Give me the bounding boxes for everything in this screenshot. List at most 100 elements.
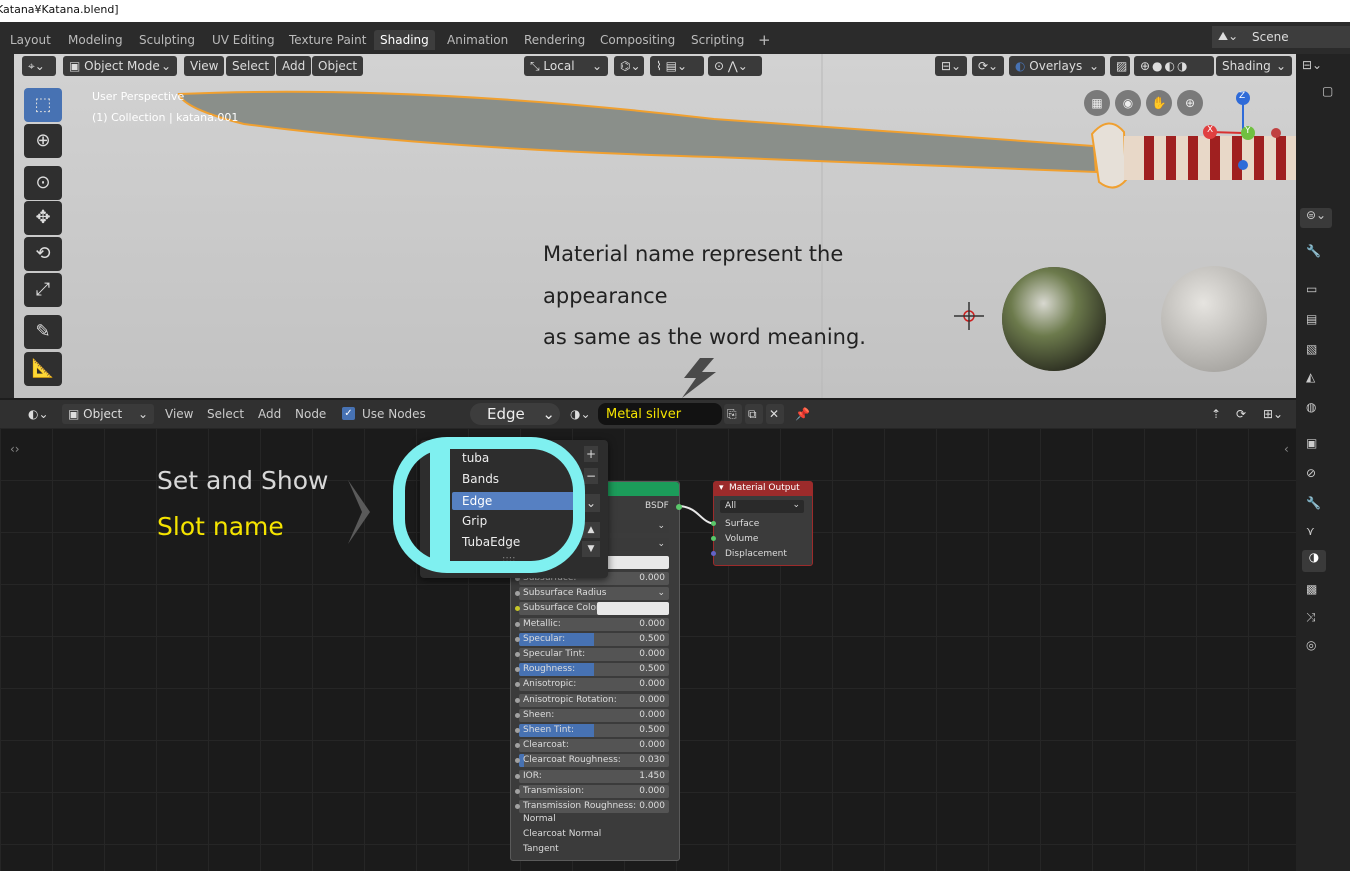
bsdf-input-row[interactable]: Subsurface Color xyxy=(515,602,669,616)
tab-layout[interactable]: Layout xyxy=(4,30,57,50)
tab-uv-editing[interactable]: UV Editing xyxy=(206,30,281,50)
snap-element-icon[interactable]: ⊞⌄ xyxy=(1260,404,1288,424)
transform-orientation-dropdown[interactable]: ⤡ Local ⌄ xyxy=(524,56,608,76)
scene-tab-icon[interactable]: ◭ xyxy=(1306,370,1315,384)
cursor-tool-icon[interactable]: ⊕ xyxy=(24,124,62,158)
particles-tab-icon[interactable]: ⤨ xyxy=(1306,610,1316,625)
surface-socket[interactable] xyxy=(711,521,716,526)
node-editor-type-button[interactable]: ◐⌄ xyxy=(22,404,58,424)
tab-modeling[interactable]: Modeling xyxy=(62,30,129,50)
output-tab-icon[interactable]: ▤ xyxy=(1306,312,1317,326)
3d-viewport[interactable]: Z X Y ▦ ◉ ✋ ⊕ User Perspective (1) Colle… xyxy=(14,54,1296,398)
outliner-editor-icon[interactable]: ⊟⌄ xyxy=(1302,58,1330,78)
fake-user-icon[interactable]: ⎘ xyxy=(724,404,742,424)
material-slot-dropdown[interactable]: Edge ⌄ xyxy=(470,403,560,425)
input-socket[interactable] xyxy=(515,788,520,794)
tab-compositing[interactable]: Compositing xyxy=(594,30,681,50)
shading-dropdown[interactable]: Shading ⌄ xyxy=(1216,56,1292,76)
object-tab-icon[interactable]: ▣ xyxy=(1306,436,1317,450)
node-menu-node[interactable]: Node xyxy=(295,407,326,421)
node-menu-select[interactable]: Select xyxy=(207,407,244,421)
world-tab-icon[interactable]: ◍ xyxy=(1306,400,1316,414)
shading-mode-buttons[interactable]: ⊕●◐◑ xyxy=(1134,56,1214,76)
input-socket[interactable] xyxy=(515,728,520,733)
constraints-tab-icon[interactable]: ⋎ xyxy=(1306,524,1315,538)
bsdf-input-row[interactable]: Specular Tint: 0.000 xyxy=(515,648,669,661)
xray-toggle-icon[interactable]: ▨ xyxy=(1110,56,1130,76)
bsdf-input-row[interactable]: Metallic: 0.000 xyxy=(515,617,669,631)
tab-sculpting[interactable]: Sculpting xyxy=(133,30,201,50)
move-tool-icon[interactable]: ⊙ xyxy=(24,166,62,200)
rotate-tool-icon[interactable]: ⟲ xyxy=(24,237,62,271)
menu-add[interactable]: Add xyxy=(276,56,312,76)
pivot-point-button[interactable]: ⌬⌄ xyxy=(614,56,644,76)
sidebar-collapse-icon[interactable]: ‹ xyxy=(1284,442,1289,456)
sidebar-expand-icon[interactable]: ‹› xyxy=(10,442,20,456)
material-tab-icon[interactable]: ◑ xyxy=(1302,550,1326,572)
mode-dropdown[interactable]: ▣ Object Mode ⌄ xyxy=(63,56,177,76)
bsdf-input-row[interactable]: Sheen: 0.000 xyxy=(515,708,669,722)
properties-editor-type-icon[interactable]: ⊜⌄ xyxy=(1300,208,1332,228)
menu-select[interactable]: Select xyxy=(226,56,276,76)
use-nodes-checkbox[interactable]: ✓ xyxy=(342,407,355,420)
add-workspace-button[interactable]: + xyxy=(752,30,777,50)
modifier-tab-icon[interactable]: ⊘ xyxy=(1306,466,1316,480)
input-socket[interactable] xyxy=(515,682,520,688)
menu-object[interactable]: Object xyxy=(312,56,364,76)
input-socket[interactable] xyxy=(515,636,520,642)
unlink-material-icon[interactable]: ✕ xyxy=(766,404,784,424)
view-layer-tab-icon[interactable]: ▧ xyxy=(1306,342,1317,356)
bsdf-input-row[interactable]: Anisotropic Rotation: 0.000 xyxy=(515,693,669,707)
scene-selector[interactable]: ⛰⌄ Scene xyxy=(1212,26,1350,48)
annotate-tool-icon[interactable]: ✎ xyxy=(24,315,62,349)
camera-icon[interactable]: ◉ xyxy=(1115,90,1141,116)
material-name-field[interactable]: Metal silver xyxy=(598,403,722,425)
shader-type-dropdown[interactable]: ▣ Object ⌄ xyxy=(62,404,154,424)
input-socket[interactable] xyxy=(515,773,520,779)
tab-texture-paint[interactable]: Texture Paint xyxy=(283,30,372,50)
measure-tool-icon[interactable]: 📐 xyxy=(24,352,62,386)
zoom-icon[interactable]: ⊕ xyxy=(1177,90,1203,116)
transform-tool-icon[interactable]: ✥ xyxy=(24,201,62,235)
editor-type-button[interactable]: ⌖⌄ xyxy=(22,56,56,76)
bsdf-input-row[interactable]: Specular: 0.500 xyxy=(515,632,669,646)
bsdf-input-row[interactable]: Sheen Tint: 0.500 xyxy=(515,724,669,737)
input-socket[interactable] xyxy=(515,591,520,597)
input-socket[interactable] xyxy=(515,697,520,703)
view-object-types-button[interactable]: ⊟⌄ xyxy=(935,56,967,76)
bsdf-input-row[interactable]: Transmission Roughness: 0.000 xyxy=(515,800,669,813)
pin-icon[interactable]: 📌 xyxy=(792,404,810,424)
duplicate-material-icon[interactable]: ⧉ xyxy=(745,404,763,424)
bsdf-input-row[interactable]: Subsurface Radius ⌄ xyxy=(515,587,669,601)
bsdf-input-row[interactable]: Roughness: 0.500 xyxy=(515,663,669,677)
tool-tab-icon[interactable]: 🔧 xyxy=(1306,244,1321,258)
input-socket[interactable] xyxy=(515,743,520,749)
collapse-icon[interactable]: ▾ xyxy=(719,483,724,493)
tab-rendering[interactable]: Rendering xyxy=(518,30,591,50)
texture-tab-icon[interactable]: ▩ xyxy=(1306,582,1317,596)
bsdf-input-row[interactable]: Transmission: 0.000 xyxy=(515,784,669,798)
proportional-edit-button[interactable]: ⊙ ⋀⌄ xyxy=(708,56,762,76)
pan-hand-icon[interactable]: ✋ xyxy=(1146,90,1172,116)
bsdf-output-socket[interactable] xyxy=(676,504,682,510)
parent-node-tree-icon[interactable]: ⇡ xyxy=(1208,404,1226,424)
select-box-tool-icon[interactable]: ⬚ xyxy=(24,88,62,122)
tab-animation[interactable]: Animation xyxy=(441,30,514,50)
tab-shading[interactable]: Shading xyxy=(374,30,435,50)
volume-socket[interactable] xyxy=(711,536,716,541)
physics-settings-tab-icon[interactable]: ◎ xyxy=(1306,638,1316,652)
overlays-dropdown[interactable]: ◐ Overlays ⌄ xyxy=(1009,56,1105,76)
bsdf-input-row[interactable]: IOR: 1.450 xyxy=(515,769,669,783)
color-swatch[interactable] xyxy=(597,602,669,616)
snap-button[interactable]: ⌇ ▤⌄ xyxy=(650,56,704,76)
bsdf-input-row[interactable]: Clearcoat: 0.000 xyxy=(515,739,669,753)
grid-view-icon[interactable]: ▦ xyxy=(1084,90,1110,116)
scale-tool-icon[interactable]: ⤢ xyxy=(24,273,62,307)
material-output-node[interactable]: ▾ Material Output All ⌄ Surface Volume D… xyxy=(711,481,813,566)
node-menu-view[interactable]: View xyxy=(165,407,193,421)
displacement-socket[interactable] xyxy=(711,551,716,556)
input-socket[interactable] xyxy=(515,606,520,612)
material-output-header[interactable]: ▾ Material Output xyxy=(714,482,812,496)
input-socket[interactable] xyxy=(515,712,520,718)
render-tab-icon[interactable]: ▭ xyxy=(1306,282,1317,296)
